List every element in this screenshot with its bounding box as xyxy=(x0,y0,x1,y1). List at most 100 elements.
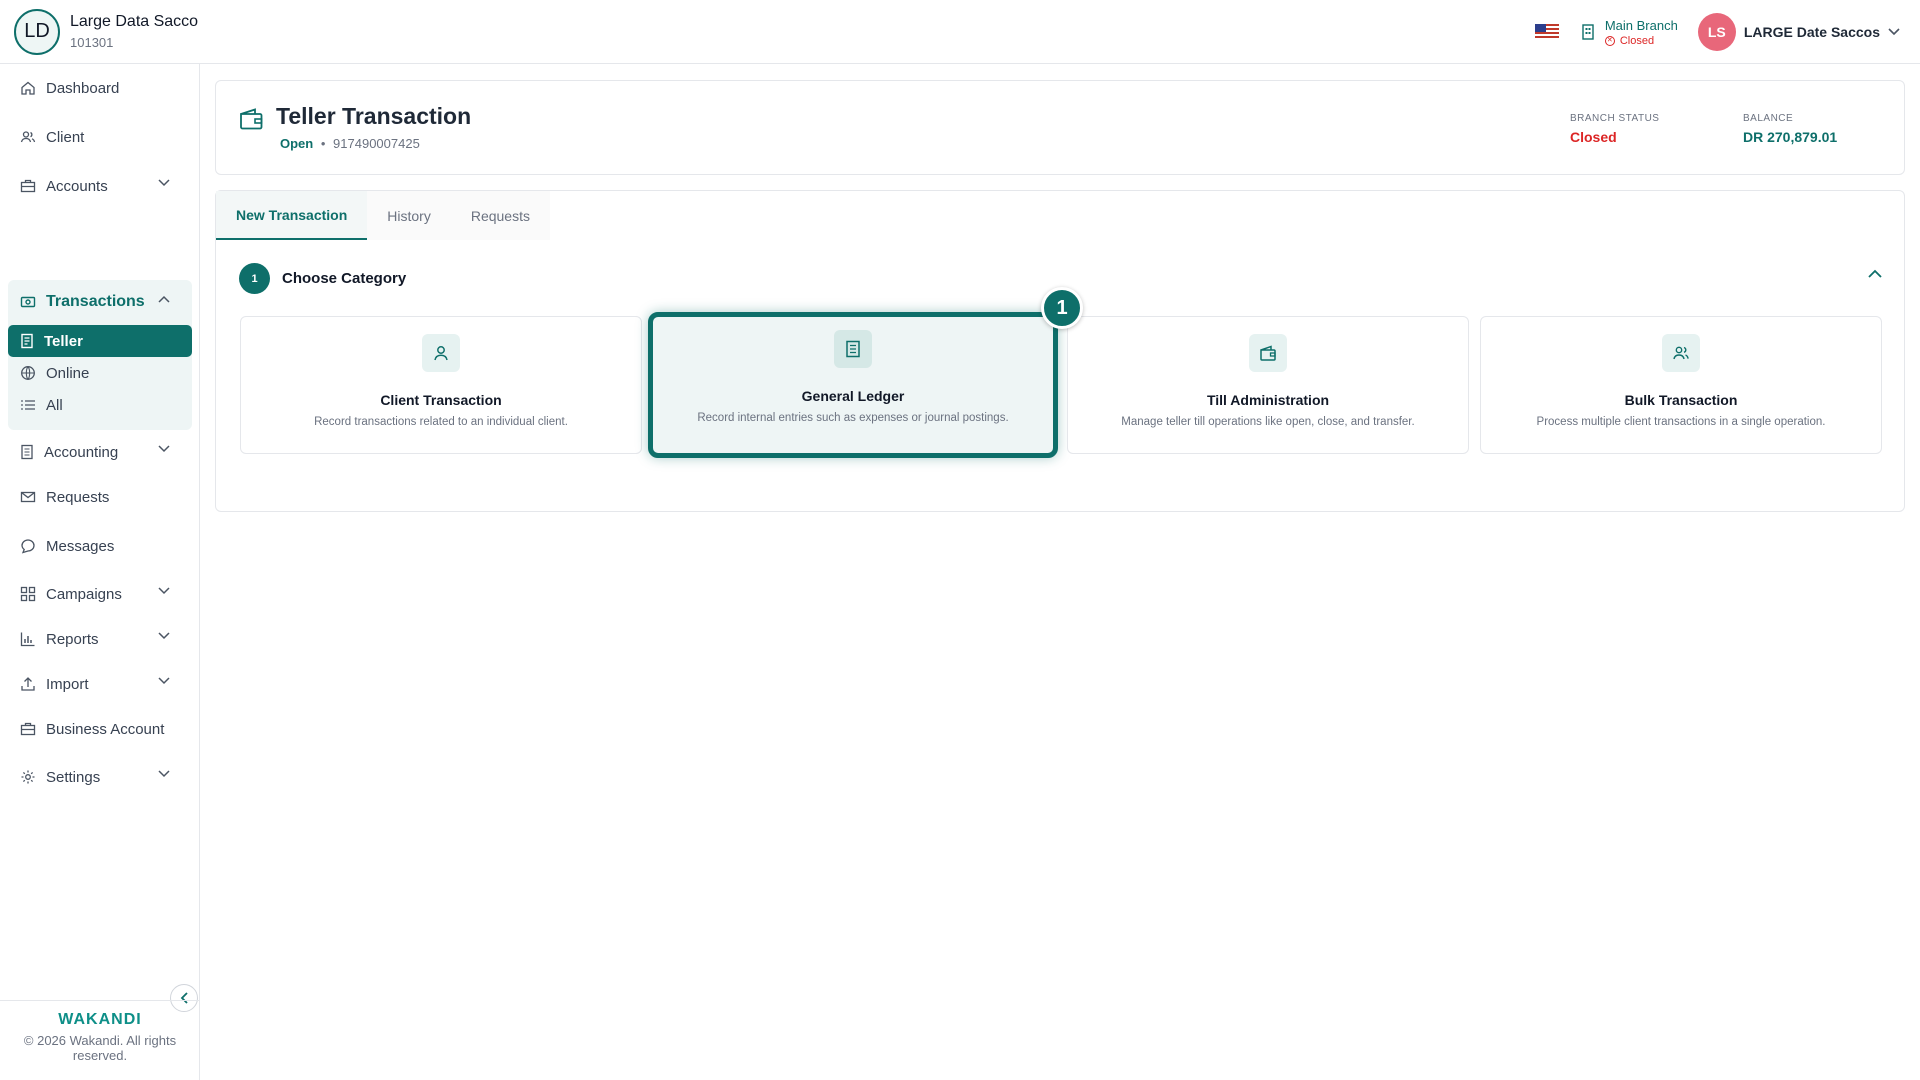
sidebar-item-accounts[interactable]: Accounts xyxy=(8,166,192,206)
briefcase-icon xyxy=(20,179,36,193)
user-name: LARGE Date Saccos xyxy=(1743,24,1880,40)
step-header: 1 Choose Category xyxy=(239,263,406,294)
chevron-down-icon xyxy=(1888,28,1900,36)
sidebar-item-online[interactable]: Online xyxy=(8,357,192,389)
sidebar-item-settings[interactable]: Settings xyxy=(8,757,192,797)
sidebar-item-messages[interactable]: Messages xyxy=(8,526,192,566)
sidebar-item-label: Reports xyxy=(46,630,99,648)
category-client-transaction[interactable]: Client Transaction Record transactions r… xyxy=(240,316,642,454)
us-flag-icon[interactable] xyxy=(1534,24,1559,40)
sidebar-item-label: Messages xyxy=(46,537,115,555)
sidebar-item-teller[interactable]: Teller xyxy=(8,325,192,357)
sidebar-item-label: Teller xyxy=(44,332,83,350)
top-header: LD Large Data Sacco 101301 Main Branch ✕… xyxy=(0,0,1920,64)
user-menu[interactable]: LS LARGE Date Saccos xyxy=(1697,13,1900,51)
category-bulk-transaction[interactable]: Bulk Transaction Process multiple client… xyxy=(1480,316,1882,454)
sidebar-item-label: Requests xyxy=(46,488,110,506)
bar-chart-icon xyxy=(20,632,35,647)
sidebar-item-reports[interactable]: Reports xyxy=(8,619,192,659)
mail-icon xyxy=(20,491,36,503)
brand-logo: WAKANDI xyxy=(58,1011,142,1028)
tab-history[interactable]: History xyxy=(367,191,451,240)
chevron-up-icon[interactable] xyxy=(1868,269,1882,278)
users-icon xyxy=(1673,346,1689,360)
teller-status: Open xyxy=(280,136,314,151)
user-icon xyxy=(434,346,448,361)
grid-icon xyxy=(20,586,36,602)
transaction-card: New Transaction History Requests 1 Choos… xyxy=(215,190,1905,512)
list-icon xyxy=(21,400,35,410)
sidebar-item-label: Client xyxy=(46,128,85,146)
org-info: LD Large Data Sacco 101301 xyxy=(0,8,199,55)
sidebar-item-label: Accounts xyxy=(46,177,108,195)
category-description: Record transactions related to an indivi… xyxy=(314,416,568,428)
sidebar-item-label: Campaigns xyxy=(46,585,122,603)
copyright-text: © 2026 Wakandi. All rights reserved. xyxy=(23,1033,177,1063)
ledger-icon xyxy=(21,444,33,460)
balance-stat: BALANCE DR 270,879.01 xyxy=(1743,113,1837,145)
wallet-icon xyxy=(240,108,263,130)
account-number: 917490007425 xyxy=(333,136,420,151)
sidebar-item-requests[interactable]: Requests xyxy=(8,477,192,517)
chevron-down-icon xyxy=(158,632,170,640)
users-icon xyxy=(20,131,36,143)
org-name: Large Data Sacco xyxy=(70,13,199,30)
upload-icon xyxy=(21,677,35,691)
user-avatar: LS xyxy=(1697,13,1736,51)
balance-value: DR 270,879.01 xyxy=(1743,129,1838,145)
branch-name: Main Branch xyxy=(1604,17,1678,33)
category-general-ledger[interactable]: General Ledger Record internal entries s… xyxy=(648,312,1058,458)
sidebar-item-dashboard[interactable]: Dashboard xyxy=(8,68,192,108)
category-title: Bulk Transaction xyxy=(1624,392,1738,408)
category-description: Process multiple client transactions in … xyxy=(1536,416,1826,428)
building-icon xyxy=(1582,24,1594,40)
sidebar-item-label: All xyxy=(46,396,63,414)
branch-status-stat: BRANCH STATUS Closed xyxy=(1570,113,1659,145)
chevron-down-icon xyxy=(158,179,170,187)
chevron-down-icon xyxy=(158,445,170,453)
receipt-icon xyxy=(21,333,33,349)
category-title: Till Administration xyxy=(1206,392,1330,408)
org-avatar: LD xyxy=(14,8,60,55)
tab-requests[interactable]: Requests xyxy=(450,191,550,240)
page-title: Teller Transaction xyxy=(276,103,472,129)
sidebar-item-label: Accounting xyxy=(44,443,119,461)
branch-selector[interactable]: Main Branch ✕ Closed xyxy=(1581,18,1678,47)
gear-icon xyxy=(21,770,35,784)
sidebar-item-transactions[interactable]: Transactions xyxy=(8,280,192,324)
sidebar-item-label: Import xyxy=(46,675,89,693)
sidebar-item-label: Online xyxy=(46,364,90,382)
sidebar-item-accounting[interactable]: Accounting xyxy=(8,432,192,472)
branch-status: Closed xyxy=(1619,34,1655,47)
tab-bar: New Transaction History Requests xyxy=(216,191,550,240)
ledger-icon xyxy=(846,340,860,358)
cash-icon xyxy=(20,296,36,308)
step-title: Choose Category xyxy=(282,270,407,287)
branch-status-value: Closed xyxy=(1570,129,1617,145)
sidebar-item-business-account[interactable]: Business Account xyxy=(8,709,192,749)
sidebar-item-client[interactable]: Client xyxy=(8,117,192,157)
category-title: General Ledger xyxy=(801,388,905,404)
sidebar-item-all[interactable]: All xyxy=(8,389,192,421)
step-number: 1 xyxy=(239,263,270,294)
annotation-marker: 1 xyxy=(1041,287,1083,329)
category-description: Record internal entries such as expenses… xyxy=(697,412,1009,424)
branch-status-label: BRANCH STATUS xyxy=(1570,113,1660,124)
page-header-card: Teller Transaction Open • 917490007425 B… xyxy=(215,80,1905,175)
chevron-down-icon xyxy=(158,677,170,685)
chevron-down-icon xyxy=(158,587,170,595)
sidebar-item-label: Settings xyxy=(46,768,101,786)
category-till-administration[interactable]: Till Administration Manage teller till o… xyxy=(1067,316,1469,454)
sidebar-item-campaigns[interactable]: Campaigns xyxy=(8,574,192,614)
close-circle-icon: ✕ xyxy=(1604,35,1615,46)
separator-dot: • xyxy=(320,136,326,151)
sidebar-footer: WAKANDI © 2026 Wakandi. All rights reser… xyxy=(0,1000,200,1080)
sidebar: Dashboard Client Accounts Transactions T… xyxy=(0,64,200,1080)
category-description: Manage teller till operations like open,… xyxy=(1121,416,1415,428)
home-icon xyxy=(21,81,35,95)
org-code: 101301 xyxy=(70,35,114,50)
sidebar-item-import[interactable]: Import xyxy=(8,664,192,704)
chevron-down-icon xyxy=(158,770,170,778)
sidebar-item-label: Dashboard xyxy=(46,79,120,97)
tab-new-transaction[interactable]: New Transaction xyxy=(216,191,368,240)
